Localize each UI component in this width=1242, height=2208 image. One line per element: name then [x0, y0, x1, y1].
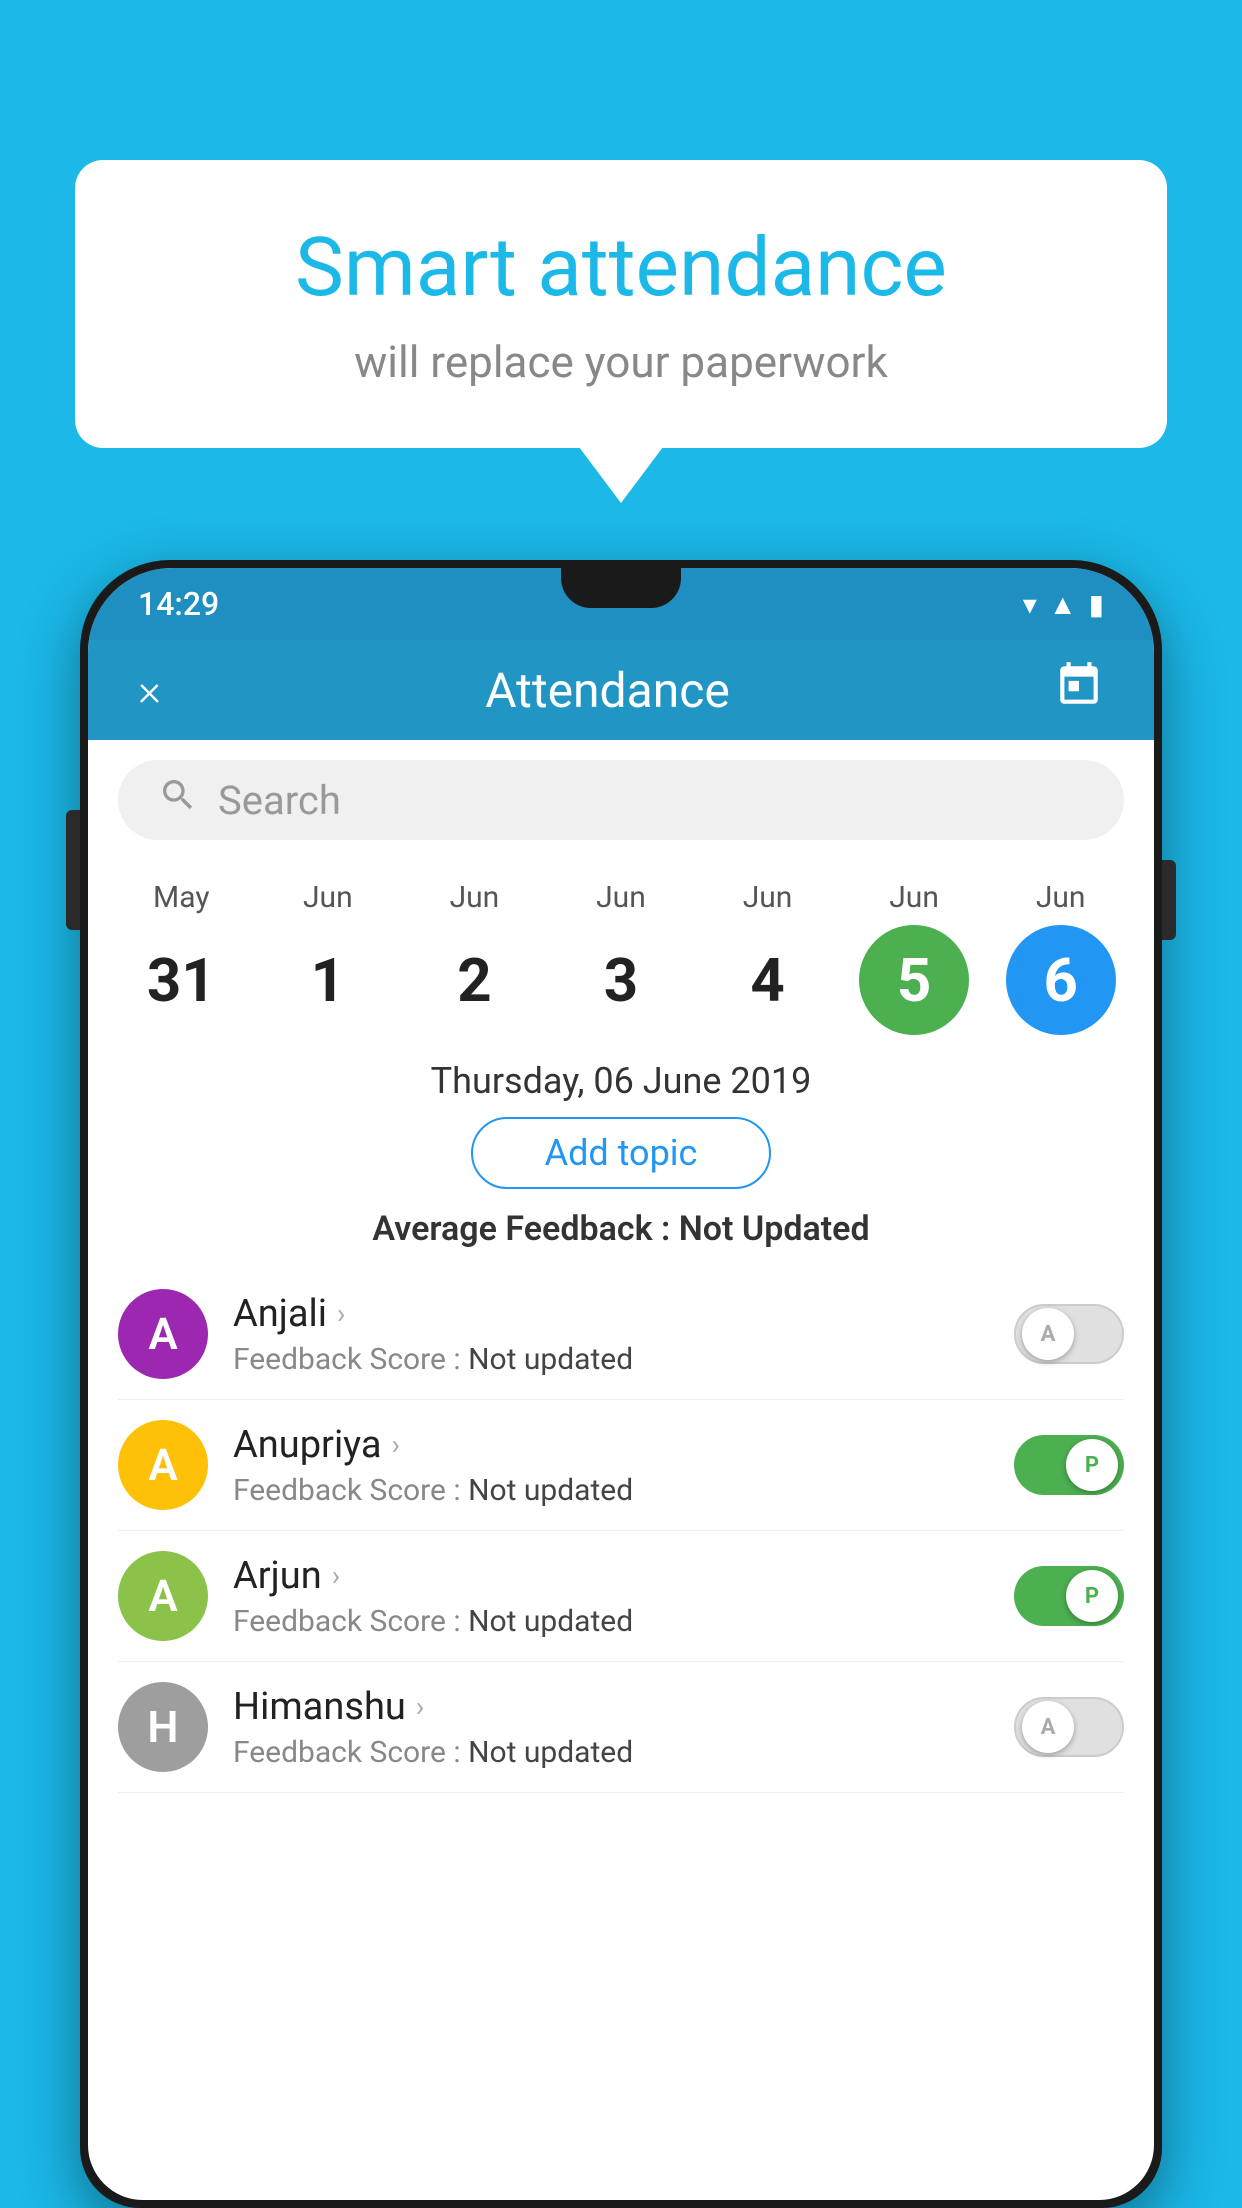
student-item[interactable]: A Arjun › Feedback Score : Not updated P [118, 1531, 1124, 1662]
student-name: Arjun › [233, 1554, 989, 1598]
app-header: × Attendance [88, 640, 1154, 740]
header-title: Attendance [485, 662, 730, 719]
calendar-day[interactable]: Jun 5 [854, 880, 974, 1035]
student-name: Anupriya › [233, 1423, 989, 1467]
cal-month-label: Jun [450, 880, 500, 915]
student-avatar: A [118, 1420, 208, 1510]
battery-icon: ▮ [1089, 588, 1104, 621]
student-info: Himanshu › Feedback Score : Not updated [233, 1685, 989, 1770]
calendar-day[interactable]: Jun 4 [708, 880, 828, 1035]
status-time: 14:29 [138, 585, 219, 623]
student-info: Arjun › Feedback Score : Not updated [233, 1554, 989, 1639]
chevron-icon: › [332, 1559, 340, 1592]
phone-notch [561, 568, 681, 608]
cal-date-number: 5 [859, 925, 969, 1035]
student-avatar: A [118, 1289, 208, 1379]
attendance-toggle[interactable]: A [1014, 1697, 1124, 1757]
wifi-icon: ▾ [1023, 588, 1037, 621]
cal-date-number: 4 [713, 925, 823, 1035]
calendar-day[interactable]: May 31 [121, 880, 241, 1035]
student-list: AAnjali ›Feedback Score : Not updatedAAA… [88, 1269, 1154, 1793]
student-name: Himanshu › [233, 1685, 989, 1729]
cal-date-number: 3 [566, 925, 676, 1035]
student-info: Anupriya › Feedback Score : Not updated [233, 1423, 989, 1508]
student-feedback: Feedback Score : Not updated [233, 1342, 989, 1377]
attendance-toggle[interactable]: P [1014, 1566, 1124, 1626]
status-icons: ▾ ▲ ▮ [1023, 588, 1104, 621]
add-topic-button[interactable]: Add topic [471, 1117, 771, 1189]
toggle-knob: P [1066, 1439, 1118, 1491]
bubble-title: Smart attendance [155, 220, 1087, 316]
cal-date-number: 6 [1006, 925, 1116, 1035]
chevron-icon: › [392, 1428, 400, 1461]
student-name: Anjali › [233, 1292, 989, 1336]
attendance-toggle[interactable]: P [1014, 1435, 1124, 1495]
cal-date-number: 2 [419, 925, 529, 1035]
toggle-knob: A [1022, 1308, 1074, 1360]
toggle-switch[interactable]: P [1014, 1566, 1124, 1626]
avg-feedback-value: Not Updated [679, 1209, 870, 1249]
search-bar[interactable]: Search [118, 760, 1124, 840]
toggle-knob: A [1022, 1701, 1074, 1753]
calendar-day[interactable]: Jun 3 [561, 880, 681, 1035]
calendar-day[interactable]: Jun 2 [414, 880, 534, 1035]
cal-month-label: Jun [743, 880, 793, 915]
search-placeholder: Search [218, 777, 341, 824]
calendar-strip: May 31 Jun 1 Jun 2 Jun 3 Jun 4 Jun 5 Jun 6 [88, 860, 1154, 1035]
toggle-switch[interactable]: A [1014, 1304, 1124, 1364]
calendar-icon[interactable] [1054, 660, 1104, 720]
student-item[interactable]: A Anjali › Feedback Score : Not updated A [118, 1269, 1124, 1400]
calendar-day[interactable]: Jun 1 [268, 880, 388, 1035]
student-avatar: H [118, 1682, 208, 1772]
power-button [66, 810, 80, 930]
cal-date-number: 1 [273, 925, 383, 1035]
chevron-icon: › [416, 1690, 424, 1723]
cal-month-label: Jun [303, 880, 353, 915]
phone-frame: 14:29 ▾ ▲ ▮ × Attendance S [80, 560, 1162, 2208]
cal-month-label: May [153, 880, 209, 915]
cal-month-label: Jun [1036, 880, 1086, 915]
speech-bubble: Smart attendance will replace your paper… [75, 160, 1167, 448]
toggle-switch[interactable]: P [1014, 1435, 1124, 1495]
student-item[interactable]: H Himanshu › Feedback Score : Not updated A [118, 1662, 1124, 1793]
speech-bubble-container: Smart attendance will replace your paper… [75, 160, 1167, 448]
student-feedback: Feedback Score : Not updated [233, 1473, 989, 1508]
student-feedback: Feedback Score : Not updated [233, 1604, 989, 1639]
cal-date-number: 31 [126, 925, 236, 1035]
close-button[interactable]: × [138, 664, 161, 716]
attendance-toggle[interactable]: A [1014, 1304, 1124, 1364]
avg-feedback: Average Feedback : Not Updated [88, 1209, 1154, 1249]
cal-month-label: Jun [596, 880, 646, 915]
student-feedback: Feedback Score : Not updated [233, 1735, 989, 1770]
volume-button [1162, 860, 1176, 940]
student-info: Anjali › Feedback Score : Not updated [233, 1292, 989, 1377]
student-item[interactable]: A Anupriya › Feedback Score : Not updated P [118, 1400, 1124, 1531]
signal-icon: ▲ [1049, 588, 1077, 621]
bubble-subtitle: will replace your paperwork [155, 336, 1087, 388]
phone-screen: 14:29 ▾ ▲ ▮ × Attendance S [88, 568, 1154, 2200]
search-icon [158, 775, 198, 825]
chevron-icon: › [337, 1297, 345, 1330]
calendar-day[interactable]: Jun 6 [1001, 880, 1121, 1035]
toggle-switch[interactable]: A [1014, 1697, 1124, 1757]
toggle-knob: P [1066, 1570, 1118, 1622]
avg-feedback-label: Average Feedback : [372, 1209, 678, 1249]
cal-month-label: Jun [889, 880, 939, 915]
selected-date: Thursday, 06 June 2019 [88, 1060, 1154, 1102]
student-avatar: A [118, 1551, 208, 1641]
